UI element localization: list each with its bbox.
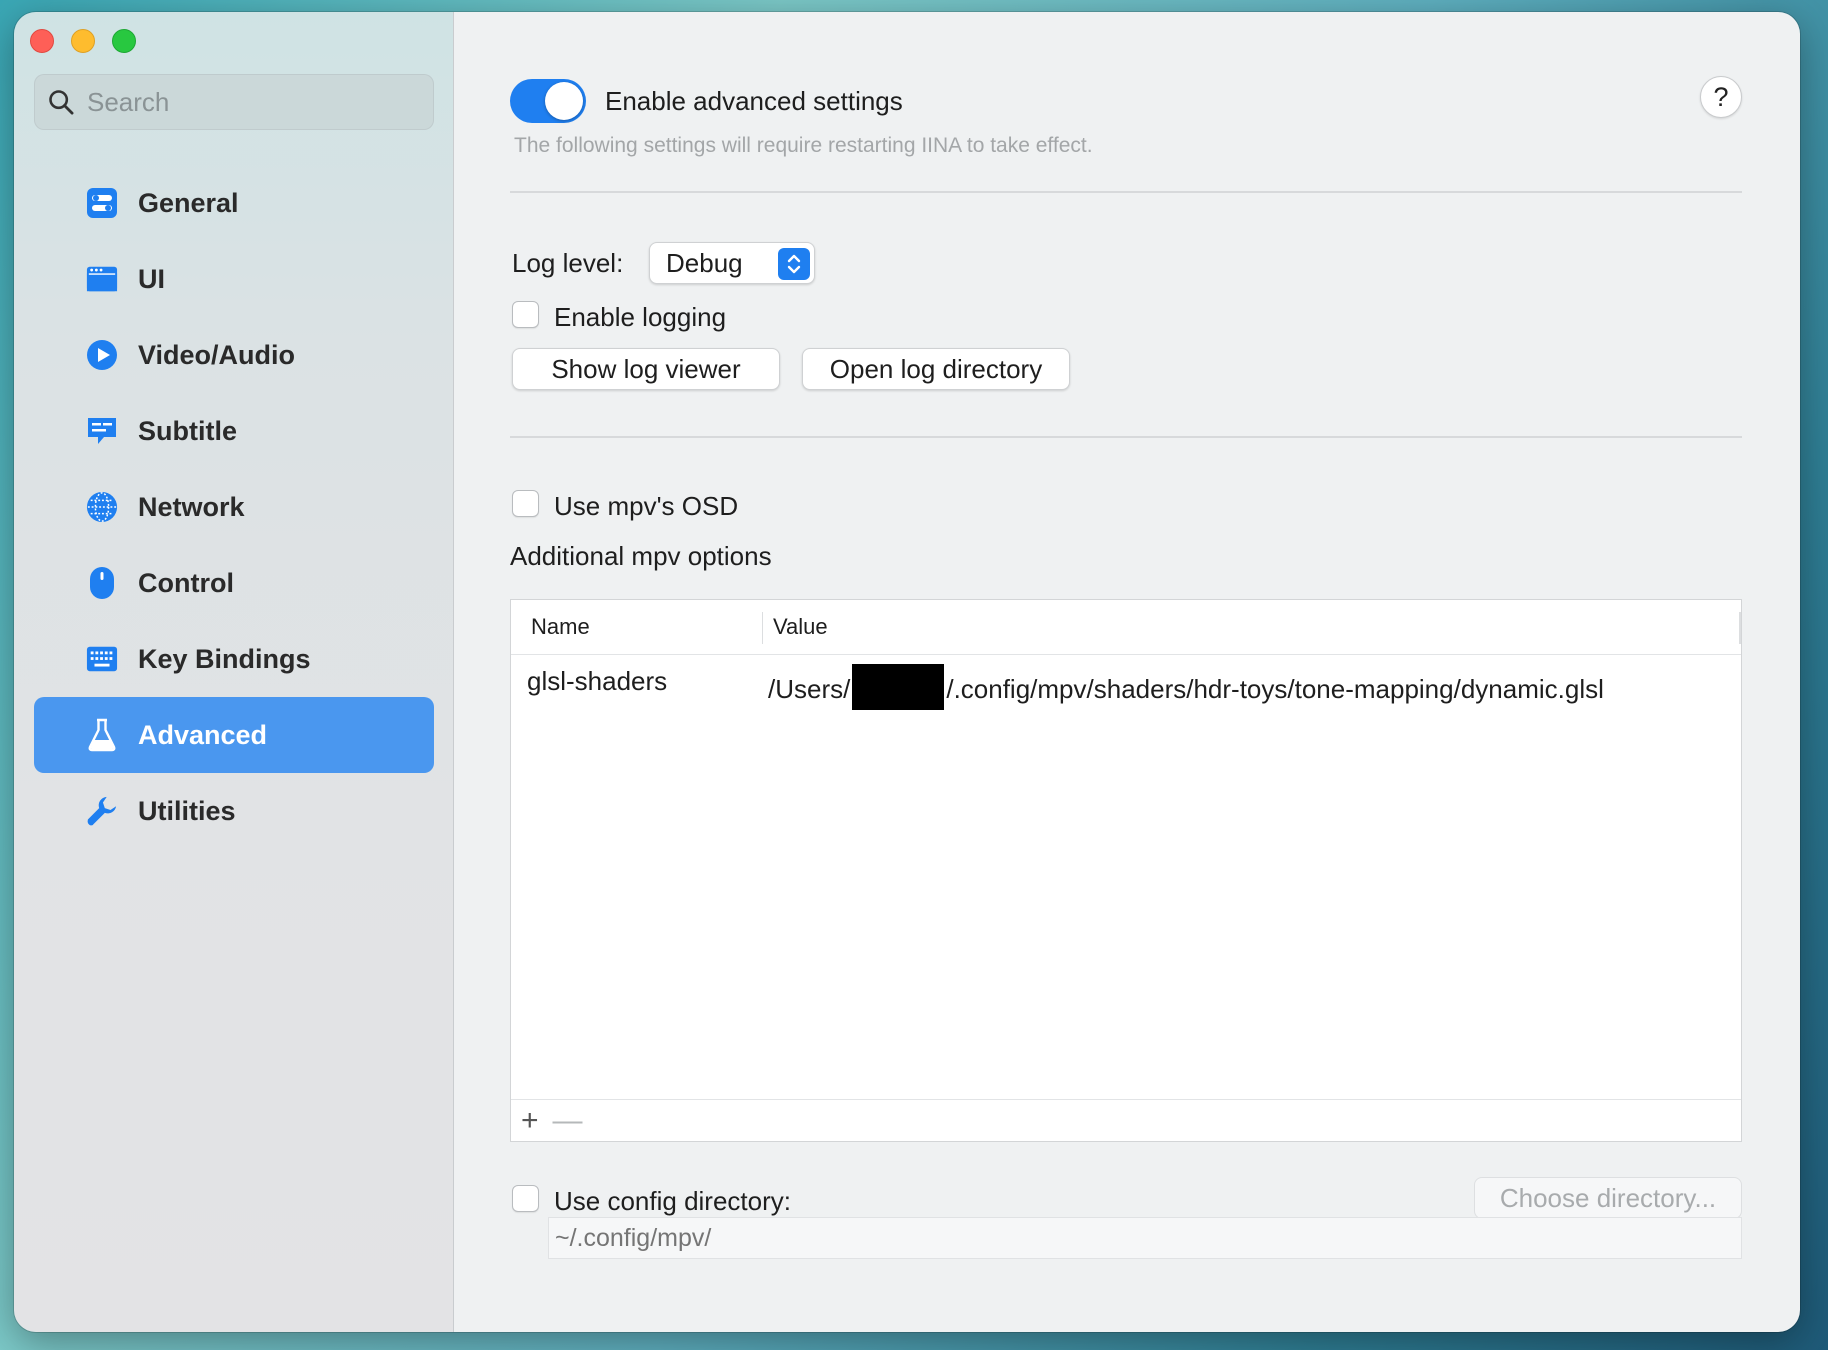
play-circle-icon <box>86 339 118 371</box>
minimize-button[interactable] <box>71 29 95 53</box>
table-header: Name Value <box>511 600 1741 655</box>
sidebar-item-label: Key Bindings <box>138 643 311 674</box>
column-separator <box>1739 612 1741 644</box>
sidebar-item-general[interactable]: General <box>34 165 434 241</box>
sidebar-item-label: Advanced <box>138 719 268 750</box>
option-value-prefix: /Users/ <box>768 673 851 704</box>
zoom-button[interactable] <box>112 29 136 53</box>
show-log-viewer-button[interactable]: Show log viewer <box>512 348 780 390</box>
sidebar-item-label: Video/Audio <box>138 339 296 370</box>
additional-mpv-options-label: Additional mpv options <box>510 541 772 571</box>
use-mpv-osd-checkbox[interactable] <box>512 490 539 517</box>
sidebar-item-control[interactable]: Control <box>34 545 434 621</box>
use-config-directory-label: Use config directory: <box>554 1186 791 1216</box>
enable-advanced-toggle[interactable] <box>510 79 586 123</box>
advanced-settings-pane: Enable advanced settings The following s… <box>454 12 1800 1332</box>
mpv-options-table[interactable]: Name Value glsl-shaders /Users/ /.config… <box>510 599 1742 1142</box>
restart-note: The following settings will require rest… <box>514 134 1093 157</box>
use-config-directory-checkbox[interactable] <box>512 1185 539 1212</box>
enable-advanced-label: Enable advanced settings <box>605 86 903 116</box>
sidebar-item-subtitle[interactable]: Subtitle <box>34 393 434 469</box>
speech-bubble-icon <box>86 415 118 447</box>
sidebar-item-video-audio[interactable]: Video/Audio <box>34 317 434 393</box>
toggle-knob <box>545 82 583 120</box>
help-button[interactable]: ? <box>1700 76 1742 118</box>
open-log-directory-button[interactable]: Open log directory <box>802 348 1070 390</box>
choose-directory-button[interactable]: Choose directory... <box>1474 1177 1742 1219</box>
log-level-select[interactable]: Debug <box>649 242 815 284</box>
sidebar-item-ui[interactable]: UI <box>34 241 434 317</box>
table-footer: + — <box>511 1099 1741 1141</box>
sidebar-item-advanced[interactable]: Advanced <box>34 697 434 773</box>
add-row-button[interactable]: + <box>521 1104 539 1138</box>
log-level-label: Log level: <box>512 248 624 278</box>
search-input[interactable] <box>87 86 417 118</box>
sidebar-item-label: UI <box>138 263 165 294</box>
flask-icon <box>86 718 118 752</box>
use-mpv-osd-label: Use mpv's OSD <box>554 491 739 521</box>
sidebar: General UI Video/Audio Subtitle <box>14 12 454 1332</box>
sidebar-item-network[interactable]: Network <box>34 469 434 545</box>
sidebar-item-label: General <box>138 187 239 218</box>
redaction-block <box>852 664 945 710</box>
sidebar-item-label: Control <box>138 567 234 598</box>
option-name: glsl-shaders <box>527 666 668 696</box>
enable-logging-checkbox[interactable] <box>512 301 539 328</box>
wrench-icon <box>86 795 118 827</box>
window-controls <box>30 29 136 53</box>
sidebar-item-utilities[interactable]: Utilities <box>34 773 434 849</box>
option-value-suffix: /.config/mpv/shaders/hdr-toys/tone-mappi… <box>946 673 1604 704</box>
search-icon <box>49 90 74 115</box>
config-directory-field[interactable] <box>548 1217 1742 1259</box>
table-row[interactable]: glsl-shaders /Users/ /.config/mpv/shader… <box>511 660 1741 710</box>
log-level-value: Debug <box>666 247 743 278</box>
column-separator <box>762 612 763 644</box>
remove-row-button[interactable]: — <box>553 1104 583 1138</box>
mouse-icon <box>86 567 118 599</box>
column-header-value[interactable]: Value <box>773 614 828 640</box>
option-value: /Users/ /.config/mpv/shaders/hdr-toys/to… <box>768 664 1604 712</box>
chevron-updown-icon <box>778 248 810 280</box>
sidebar-item-label: Network <box>138 491 245 522</box>
divider <box>510 191 1742 193</box>
sidebar-item-label: Subtitle <box>138 415 237 446</box>
preferences-window: General UI Video/Audio Subtitle <box>14 12 1800 1332</box>
column-header-name[interactable]: Name <box>531 614 590 640</box>
divider <box>510 436 1742 438</box>
close-button[interactable] <box>30 29 54 53</box>
keyboard-icon <box>86 643 118 675</box>
search-field[interactable] <box>34 74 434 130</box>
globe-icon <box>86 491 118 523</box>
sidebar-item-key-bindings[interactable]: Key Bindings <box>34 621 434 697</box>
sidebar-item-label: Utilities <box>138 795 236 826</box>
sidebar-nav: General UI Video/Audio Subtitle Network … <box>34 165 434 849</box>
window-icon <box>86 263 118 295</box>
enable-logging-label: Enable logging <box>554 302 727 332</box>
toggles-icon <box>86 187 118 219</box>
